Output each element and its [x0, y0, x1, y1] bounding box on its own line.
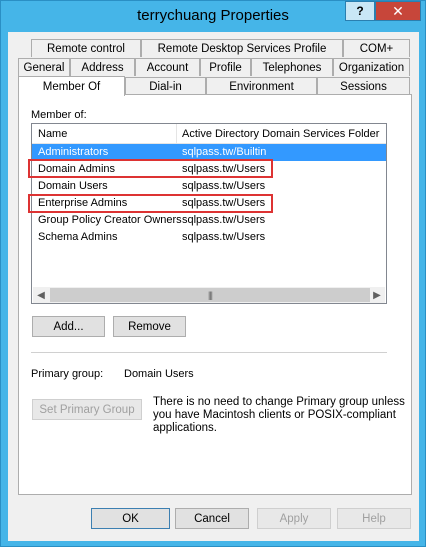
note-line: applications. — [153, 422, 217, 434]
ok-button[interactable]: OK — [91, 508, 170, 529]
title-bar[interactable]: terrychuang Properties ? ✕ — [1, 1, 425, 31]
row-name: Schema Admins — [38, 231, 118, 243]
column-header-name[interactable]: Name — [38, 128, 67, 140]
scroll-right-icon[interactable]: ▶ — [369, 287, 385, 303]
grip-icon: ||| — [207, 290, 213, 300]
apply-button[interactable]: Apply — [257, 508, 331, 529]
tab-profile[interactable]: Profile — [200, 58, 251, 76]
row-folder: sqlpass.tw/Users — [182, 197, 266, 209]
note-line: you have Macintosh clients or POSIX-comp… — [153, 409, 396, 421]
tab-environment[interactable]: Environment — [206, 77, 317, 95]
tab-remote-desktop-services-profile[interactable]: Remote Desktop Services Profile — [141, 39, 343, 57]
row-folder: sqlpass.tw/Builtin — [182, 146, 267, 158]
column-separator[interactable] — [176, 124, 177, 144]
primary-group-value: Domain Users — [124, 368, 194, 380]
list-row-enterprise-admins[interactable]: Enterprise Admins sqlpass.tw/Users — [32, 195, 386, 212]
list-row-schema-admins[interactable]: Schema Admins sqlpass.tw/Users — [32, 229, 386, 246]
row-name: Group Policy Creator Owners — [38, 214, 182, 226]
tab-com-plus[interactable]: COM+ — [343, 39, 410, 57]
list-header: Name Active Directory Domain Services Fo… — [32, 124, 386, 144]
row-folder: sqlpass.tw/Users — [182, 231, 266, 243]
set-primary-group-button[interactable]: Set Primary Group — [32, 399, 142, 420]
tab-member-of[interactable]: Member Of — [18, 76, 125, 96]
add-button[interactable]: Add... — [32, 316, 105, 337]
properties-window: terrychuang Properties ? ✕ Remote contro… — [0, 0, 426, 547]
row-folder: sqlpass.tw/Users — [182, 163, 266, 175]
primary-group-note: There is no need to change Primary group… — [153, 396, 405, 435]
list-row-domain-admins[interactable]: Domain Admins sqlpass.tw/Users — [32, 161, 386, 178]
row-name: Enterprise Admins — [38, 197, 128, 209]
list-row-group-policy-creator-owners[interactable]: Group Policy Creator Owners sqlpass.tw/U… — [32, 212, 386, 229]
divider — [31, 352, 387, 353]
list-row-administrators[interactable]: Administrators sqlpass.tw/Builtin — [32, 144, 386, 161]
help-icon[interactable]: ? — [345, 1, 375, 21]
tab-sessions[interactable]: Sessions — [317, 77, 410, 95]
row-name: Domain Users — [38, 180, 108, 192]
row-name: Administrators — [38, 146, 109, 158]
scrollbar-thumb[interactable]: ||| — [50, 288, 370, 302]
member-of-label: Member of: — [31, 109, 87, 121]
row-name: Domain Admins — [38, 163, 116, 175]
tab-organization[interactable]: Organization — [333, 58, 410, 76]
tab-account[interactable]: Account — [135, 58, 200, 76]
scroll-left-icon[interactable]: ◀ — [33, 287, 49, 303]
tab-general[interactable]: General — [18, 58, 70, 76]
column-header-folder[interactable]: Active Directory Domain Services Folder — [182, 128, 379, 140]
primary-group-label: Primary group: — [31, 368, 104, 380]
member-of-list[interactable]: Name Active Directory Domain Services Fo… — [31, 123, 387, 304]
tab-dial-in[interactable]: Dial-in — [125, 77, 206, 95]
horizontal-scrollbar[interactable]: ◀ ||| ▶ — [33, 287, 385, 303]
cancel-button[interactable]: Cancel — [175, 508, 249, 529]
list-row-domain-users[interactable]: Domain Users sqlpass.tw/Users — [32, 178, 386, 195]
tab-remote-control[interactable]: Remote control — [31, 39, 141, 57]
remove-button[interactable]: Remove — [113, 316, 186, 337]
tab-telephones[interactable]: Telephones — [251, 58, 333, 76]
tab-address[interactable]: Address — [70, 58, 135, 76]
row-folder: sqlpass.tw/Users — [182, 214, 266, 226]
close-icon[interactable]: ✕ — [375, 1, 421, 21]
row-folder: sqlpass.tw/Users — [182, 180, 266, 192]
help-button[interactable]: Help — [337, 508, 411, 529]
note-line: There is no need to change Primary group… — [153, 396, 405, 408]
